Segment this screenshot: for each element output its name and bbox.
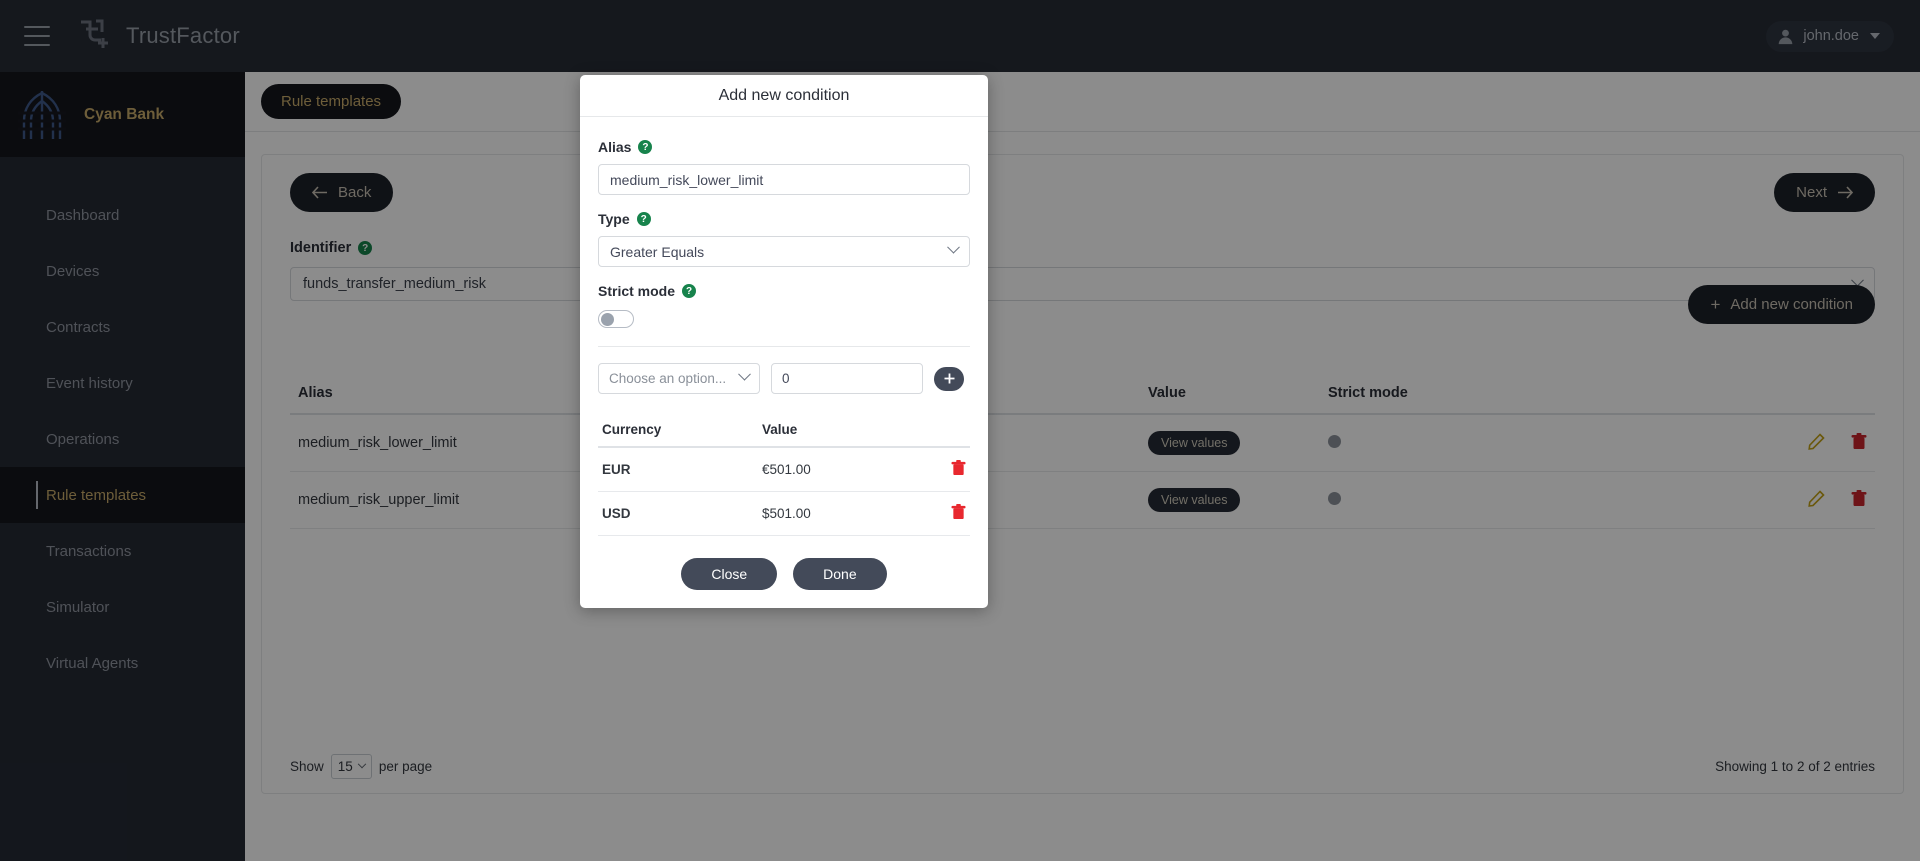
modal-header: Add new condition [580,75,988,117]
modal-type-select[interactable]: Greater Equals [598,236,970,267]
modal-divider [598,346,970,347]
add-value-row: Choose an option... 0 [598,363,970,394]
strict-mode-toggle[interactable] [598,310,634,328]
chevron-down-icon [738,367,751,381]
currency-row: USD $501.00 [598,491,970,536]
app-root: TrustFactor john.doe Cyan Bank Dashboard… [0,0,1920,861]
column-actions [910,416,970,448]
cell-actions [910,491,970,536]
column-currency: Currency [598,416,758,448]
trash-icon[interactable] [951,460,966,479]
done-button[interactable]: Done [793,558,887,590]
modal-footer: Close Done [580,536,988,608]
currency-header-row: Currency Value [598,416,970,448]
plus-icon [944,373,954,384]
chevron-down-icon [947,240,960,254]
add-new-condition-modal: Add new condition Alias ? medium_risk_lo… [580,75,988,608]
close-button[interactable]: Close [681,558,778,590]
cell-currency: USD [598,491,758,536]
trash-icon[interactable] [951,504,966,523]
cell-value: €501.00 [758,447,910,492]
modal-body: Alias ? medium_risk_lower_limit Type ? G… [580,117,988,536]
help-circle-icon[interactable]: ? [682,284,697,298]
modal-type-label: Type [598,211,630,227]
modal-alias-label-group: Alias ? [598,139,970,155]
modal-alias-input[interactable]: medium_risk_lower_limit [598,164,970,195]
toggle-knob [601,313,614,326]
value-input[interactable]: 0 [771,363,923,394]
help-circle-icon[interactable]: ? [638,140,653,154]
currency-row: EUR €501.00 [598,447,970,492]
modal-type-label-group: Type ? [598,211,970,227]
modal-strict-mode-label-group: Strict mode ? [598,283,970,299]
currency-values-table: Currency Value EUR €501.00 USD $501.00 [598,416,970,536]
column-value: Value [758,416,910,448]
cell-actions [910,447,970,492]
add-value-button[interactable] [934,366,964,391]
modal-type-value: Greater Equals [610,243,705,260]
cell-currency: EUR [598,447,758,492]
currency-option-placeholder: Choose an option... [609,371,727,386]
cell-value: $501.00 [758,491,910,536]
help-circle-icon[interactable]: ? [636,212,651,226]
modal-title: Add new condition [718,86,850,104]
modal-strict-mode-label: Strict mode [598,283,676,299]
currency-option-select[interactable]: Choose an option... [598,363,760,394]
modal-alias-label: Alias [598,139,632,155]
